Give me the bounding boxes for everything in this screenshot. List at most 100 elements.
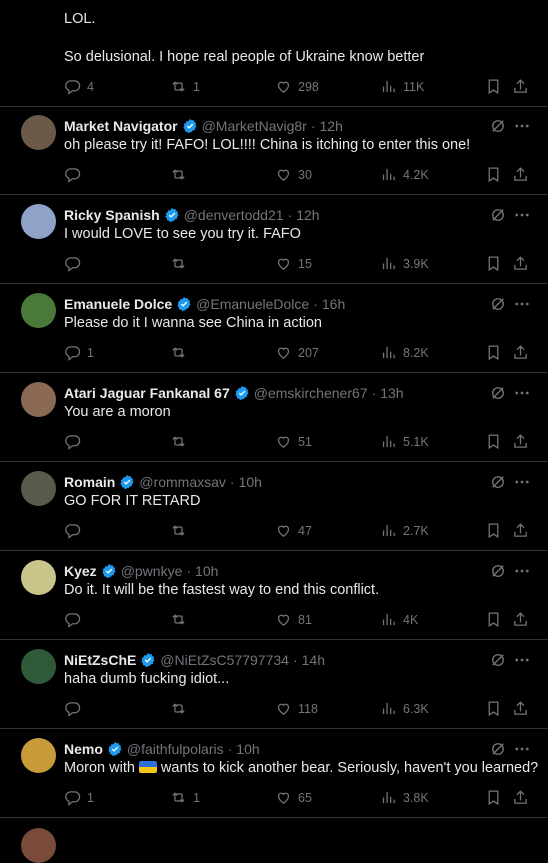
bookmark-button[interactable] (485, 166, 502, 183)
views-button[interactable]: 2.7K (380, 522, 429, 539)
views-button[interactable]: 5.1K (380, 433, 429, 450)
reply-tweet[interactable]: Nemo @faithfulpolaris · 10h Moron with wants … (0, 729, 548, 818)
display-name[interactable]: Market Navigator (64, 118, 178, 134)
avatar[interactable] (21, 828, 56, 863)
repost-button[interactable] (170, 700, 193, 717)
bookmark-button[interactable] (485, 700, 502, 717)
grok-icon[interactable] (489, 562, 507, 580)
views-button[interactable]: 8.2K (380, 344, 429, 361)
like-button[interactable]: 118 (275, 700, 318, 717)
more-icon[interactable] (513, 295, 531, 313)
display-name[interactable]: Romain (64, 474, 115, 490)
repost-button[interactable] (170, 433, 193, 450)
more-icon[interactable] (513, 473, 531, 491)
user-handle[interactable]: @rommaxsav (139, 474, 226, 490)
like-button[interactable]: 207 (275, 344, 319, 361)
reply-button[interactable] (64, 611, 87, 628)
like-button[interactable]: 30 (275, 166, 312, 183)
like-button[interactable]: 51 (275, 433, 312, 450)
reply-tweet[interactable]: NiEtZsChE @NiEtZsC57797734 · 14h haha dumb f… (0, 640, 548, 729)
reply-button[interactable] (64, 522, 87, 539)
share-button[interactable] (512, 344, 529, 361)
views-button[interactable]: 11K (380, 78, 424, 95)
reply-tweet[interactable]: Atari Jaguar Fankanal 67 @emskirchener67 ·… (0, 373, 548, 462)
share-button[interactable] (512, 166, 529, 183)
reply-tweet[interactable]: Romain @rommaxsav · 10h GO FOR IT RETARD 47 2.… (0, 462, 548, 551)
repost-button[interactable] (170, 522, 193, 539)
grok-icon[interactable] (489, 740, 507, 758)
bookmark-button[interactable] (485, 78, 502, 95)
grok-icon[interactable] (489, 384, 507, 402)
display-name[interactable]: Emanuele Dolce (64, 296, 172, 312)
more-icon[interactable] (513, 740, 531, 758)
repost-button[interactable]: 1 (170, 789, 200, 806)
share-button[interactable] (512, 78, 529, 95)
views-button[interactable]: 6.3K (380, 700, 429, 717)
user-handle[interactable]: @NiEtZsC57797734 (160, 652, 289, 668)
share-button[interactable] (512, 611, 529, 628)
bookmark-button[interactable] (485, 344, 502, 361)
views-button[interactable]: 3.8K (380, 789, 429, 806)
avatar[interactable] (21, 649, 56, 684)
avatar[interactable] (21, 293, 56, 328)
bookmark-button[interactable] (485, 611, 502, 628)
share-button[interactable] (512, 789, 529, 806)
display-name[interactable]: Kyez (64, 563, 97, 579)
grok-icon[interactable] (489, 473, 507, 491)
avatar[interactable] (21, 204, 56, 239)
more-icon[interactable] (513, 651, 531, 669)
user-handle[interactable]: @denvertodd21 (184, 207, 284, 223)
bookmark-button[interactable] (485, 789, 502, 806)
share-button[interactable] (512, 433, 529, 450)
views-button[interactable]: 4.2K (380, 166, 429, 183)
more-icon[interactable] (513, 117, 531, 135)
reply-button[interactable] (64, 700, 87, 717)
display-name[interactable]: Atari Jaguar Fankanal 67 (64, 385, 230, 401)
user-handle[interactable]: @EmanueleDolce (196, 296, 309, 312)
bookmark-button[interactable] (485, 255, 502, 272)
timestamp[interactable]: 13h (380, 385, 403, 401)
reply-button[interactable] (64, 255, 87, 272)
reply-tweet[interactable]: Emanuele Dolce @EmanueleDolce · 16h Please d… (0, 284, 548, 373)
grok-icon[interactable] (489, 651, 507, 669)
like-button[interactable]: 81 (275, 611, 312, 628)
grok-icon[interactable] (489, 117, 507, 135)
avatar[interactable] (21, 382, 56, 417)
timestamp[interactable]: 12h (296, 207, 319, 223)
reply-button[interactable] (64, 166, 87, 183)
reply-tweet[interactable]: Market Navigator @MarketNavig8r · 12h oh ple… (0, 106, 548, 195)
like-button[interactable]: 15 (275, 255, 312, 272)
bookmark-button[interactable] (485, 433, 502, 450)
avatar[interactable] (21, 738, 56, 773)
reply-button[interactable]: 1 (64, 344, 94, 361)
reply-button[interactable]: 1 (64, 789, 94, 806)
avatar[interactable] (21, 471, 56, 506)
reply-button[interactable]: 4 (64, 78, 94, 95)
more-icon[interactable] (513, 384, 531, 402)
user-handle[interactable]: @pwnkye (121, 563, 183, 579)
reply-button[interactable] (64, 433, 87, 450)
share-button[interactable] (512, 522, 529, 539)
views-button[interactable]: 4K (380, 611, 418, 628)
timestamp[interactable]: 12h (320, 118, 343, 134)
display-name[interactable]: Ricky Spanish (64, 207, 160, 223)
display-name[interactable]: NiEtZsChE (64, 652, 136, 668)
timestamp[interactable]: 10h (239, 474, 262, 490)
timestamp[interactable]: 10h (195, 563, 218, 579)
grok-icon[interactable] (489, 295, 507, 313)
reply-tweet[interactable]: Ricky Spanish @denvertodd21 · 12h I would LO… (0, 195, 548, 284)
like-button[interactable]: 298 (275, 78, 319, 95)
views-button[interactable]: 3.9K (380, 255, 429, 272)
timestamp[interactable]: 14h (302, 652, 325, 668)
avatar[interactable] (21, 115, 56, 150)
display-name[interactable]: Nemo (64, 741, 103, 757)
grok-icon[interactable] (489, 206, 507, 224)
reply-tweet[interactable]: Kyez @pwnkye · 10h Do it. It will be the fas… (0, 551, 548, 640)
repost-button[interactable] (170, 166, 193, 183)
repost-button[interactable] (170, 611, 193, 628)
user-handle[interactable]: @faithfulpolaris (127, 741, 224, 757)
timestamp[interactable]: 16h (322, 296, 345, 312)
repost-button[interactable] (170, 255, 193, 272)
user-handle[interactable]: @MarketNavig8r (202, 118, 307, 134)
repost-button[interactable] (170, 344, 193, 361)
